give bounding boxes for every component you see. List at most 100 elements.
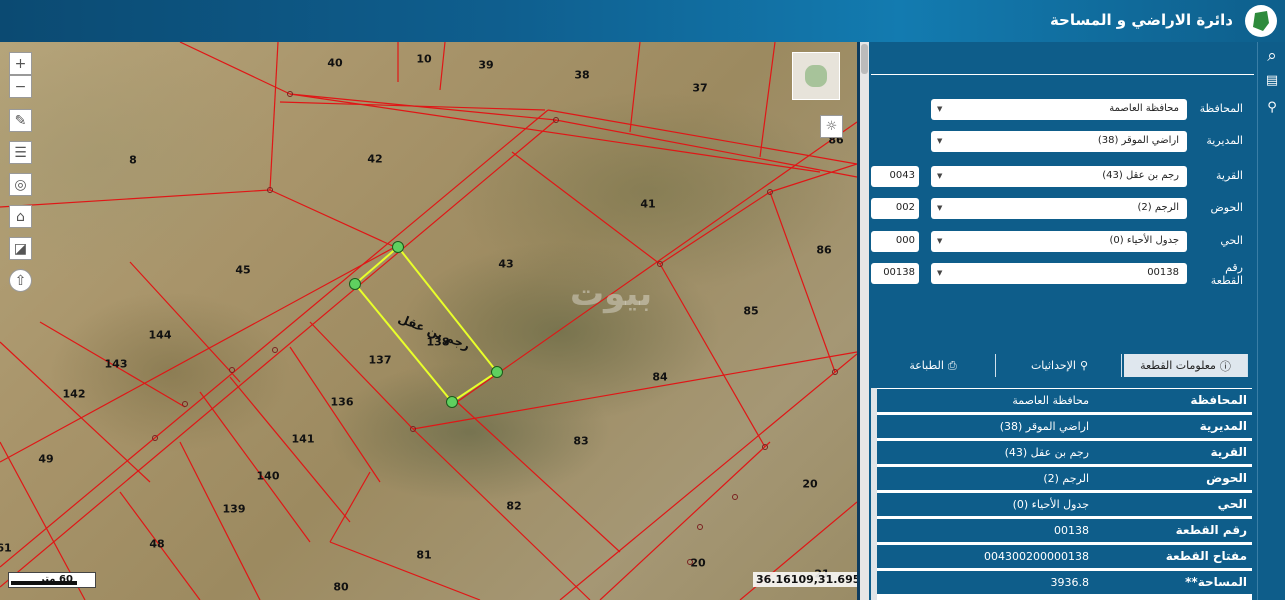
info-row: مفتاح القطعة 004300200000138 [877,545,1252,570]
panel-tabs: ⓘ معلومات القطعة ⚲ الإحداثيات ⎙ الطباعة [871,354,1248,377]
home-icon[interactable]: ⌂ [9,205,32,228]
parcel-number: 80 [333,580,349,594]
measure-icon[interactable]: ☰ [9,141,32,164]
form-row: المديرية اراضي الموقر (38) ▼ [869,131,1257,153]
info-row: الحي جدول الأحياء (0) [877,493,1252,518]
locate-icon[interactable]: ◎ [9,173,32,196]
logo-icon [1245,5,1277,37]
field-label: القرية [1215,169,1243,182]
field-code-input[interactable]: 00138 [871,263,919,284]
info-value: اراضي الموقر (38) [999,420,1089,433]
pin-icon: ⚲ [1080,359,1089,372]
field-label: الحي [1220,234,1243,247]
parcel-number: 41 [640,197,656,211]
field-label: المحافظة [1199,102,1243,115]
chevron-down-icon: ▼ [937,269,943,277]
field-select[interactable]: الرجم (2) ▼ [931,198,1187,219]
scale-bar: 60 متر [8,572,96,588]
map-view[interactable]: بيوت 40 10 39 38 37 86 8 42 41 86 45 43 85 144 138 143 1… [0,42,857,600]
parcel-number: 86 [816,243,832,257]
field-label: المديرية [1206,134,1243,147]
draw-icon[interactable]: ✎ [9,109,32,132]
info-value: 004300200000138 [984,550,1089,563]
location-icon[interactable]: ⚲ [1262,100,1282,120]
parcel-number: 48 [149,537,165,551]
parcel-number: 142 [62,387,86,401]
info-key: الحوض [1206,471,1247,485]
zoom-out-button[interactable]: − [9,75,32,98]
info-row: القرية رجم بن عقل (43) [877,441,1252,466]
parcel-number: 39 [478,58,494,72]
parcel-number: 136 [330,395,354,409]
right-rail: ⌕ ▤ ⚲ [1257,42,1285,600]
parcel-number: 84 [652,370,668,384]
form-row: الحي جدول الأحياء (0) ▼ 000 [869,231,1257,253]
parcel-number: 20 [690,556,706,570]
parcel-number: 49 [38,452,54,466]
app-header: دائرة الاراضي و المساحة [0,0,1285,42]
map-scrollbar[interactable] [860,42,869,600]
side-panel: المحافظة محافظة العاصمة ▼ المديرية اراضي الم… [869,42,1257,600]
info-key: القرية [1210,445,1247,459]
parcel-number: 20 [802,477,818,491]
field-code-input[interactable]: 000 [871,231,919,252]
map-card-icon[interactable]: ▤ [1262,73,1282,93]
parcel-number: 38 [574,68,590,82]
parcel-number: 83 [573,434,589,448]
watermark: بيوت [570,274,653,314]
info-value: جدول الأحياء (0) [1012,498,1089,511]
info-value: الرجم (2) [1043,472,1089,485]
compass-icon[interactable]: ⇧ [9,269,32,292]
field-select[interactable]: 00138 ▼ [931,263,1187,284]
field-select[interactable]: جدول الأحياء (0) ▼ [931,231,1187,252]
parcel-info-table: المحافظة محافظة العاصمة المديرية اراضي المو… [871,388,1252,600]
info-key: مفتاح القطعة [1165,549,1247,563]
form-row: القرية رجم بن عقل (43) ▼ 0043 [869,166,1257,188]
basemap-toggle-icon[interactable]: ☼ [820,115,843,138]
chevron-down-icon: ▼ [937,237,943,245]
tab-print[interactable]: ⎙ الطباعة [871,354,996,377]
chevron-down-icon: ▼ [937,172,943,180]
field-select[interactable]: اراضي الموقر (38) ▼ [931,131,1187,152]
parcel-number: 40 [327,56,343,70]
info-key: المساحة** [1185,575,1247,589]
zoom-in-button[interactable]: + [9,52,32,75]
form-row: الحوض الرجم (2) ▼ 002 [869,198,1257,220]
info-icon: ⓘ [1219,359,1231,373]
info-row: رقم القطعة 00138 [877,519,1252,544]
search-icon[interactable]: ⌕ [1262,46,1282,66]
chevron-down-icon: ▼ [937,137,943,145]
field-select[interactable]: رجم بن عقل (43) ▼ [931,166,1187,187]
form-row: المحافظة محافظة العاصمة ▼ [869,99,1257,121]
info-row: المديرية اراضي الموقر (38) [877,415,1252,440]
app-title: دائرة الاراضي و المساحة [1049,11,1233,29]
info-row: المساحة** 3936.8 [877,571,1252,596]
parcel-number: 143 [104,357,128,371]
parcel-number: 37 [692,81,708,95]
parcel-boundaries [0,42,857,600]
field-select[interactable]: محافظة العاصمة ▼ [931,99,1187,120]
field-code-input[interactable]: 0043 [871,166,919,187]
overview-minimap[interactable] [792,52,840,100]
info-row: المحافظة محافظة العاصمة [877,389,1252,414]
parcel-number: 140 [256,469,280,483]
tab-coordinates[interactable]: ⚲ الإحداثيات [998,354,1122,377]
chevron-down-icon: ▼ [937,204,943,212]
parcel-number: 42 [367,152,383,166]
chart-icon[interactable]: ◪ [9,237,32,260]
parcel-number: 139 [222,502,246,516]
info-value: محافظة العاصمة [1012,394,1089,407]
info-row: الحوض الرجم (2) [877,467,1252,492]
form-row: رقم القطعة 00138 ▼ 00138 [869,261,1257,287]
info-value: 3936.8 [1050,576,1090,589]
parcel-number: 141 [291,432,315,446]
info-key: المديرية [1199,419,1247,433]
parcel-number: 82 [506,499,522,513]
parcel-number: 45 [235,263,251,277]
parcel-number: 85 [743,304,759,318]
field-code-input[interactable]: 002 [871,198,919,219]
coordinate-readout: 36.16109,31.69580 [753,572,857,587]
tab-parcel-info[interactable]: ⓘ معلومات القطعة [1124,354,1248,377]
parcel-number: 8 [129,153,137,167]
parcel-number: 81 [416,548,432,562]
